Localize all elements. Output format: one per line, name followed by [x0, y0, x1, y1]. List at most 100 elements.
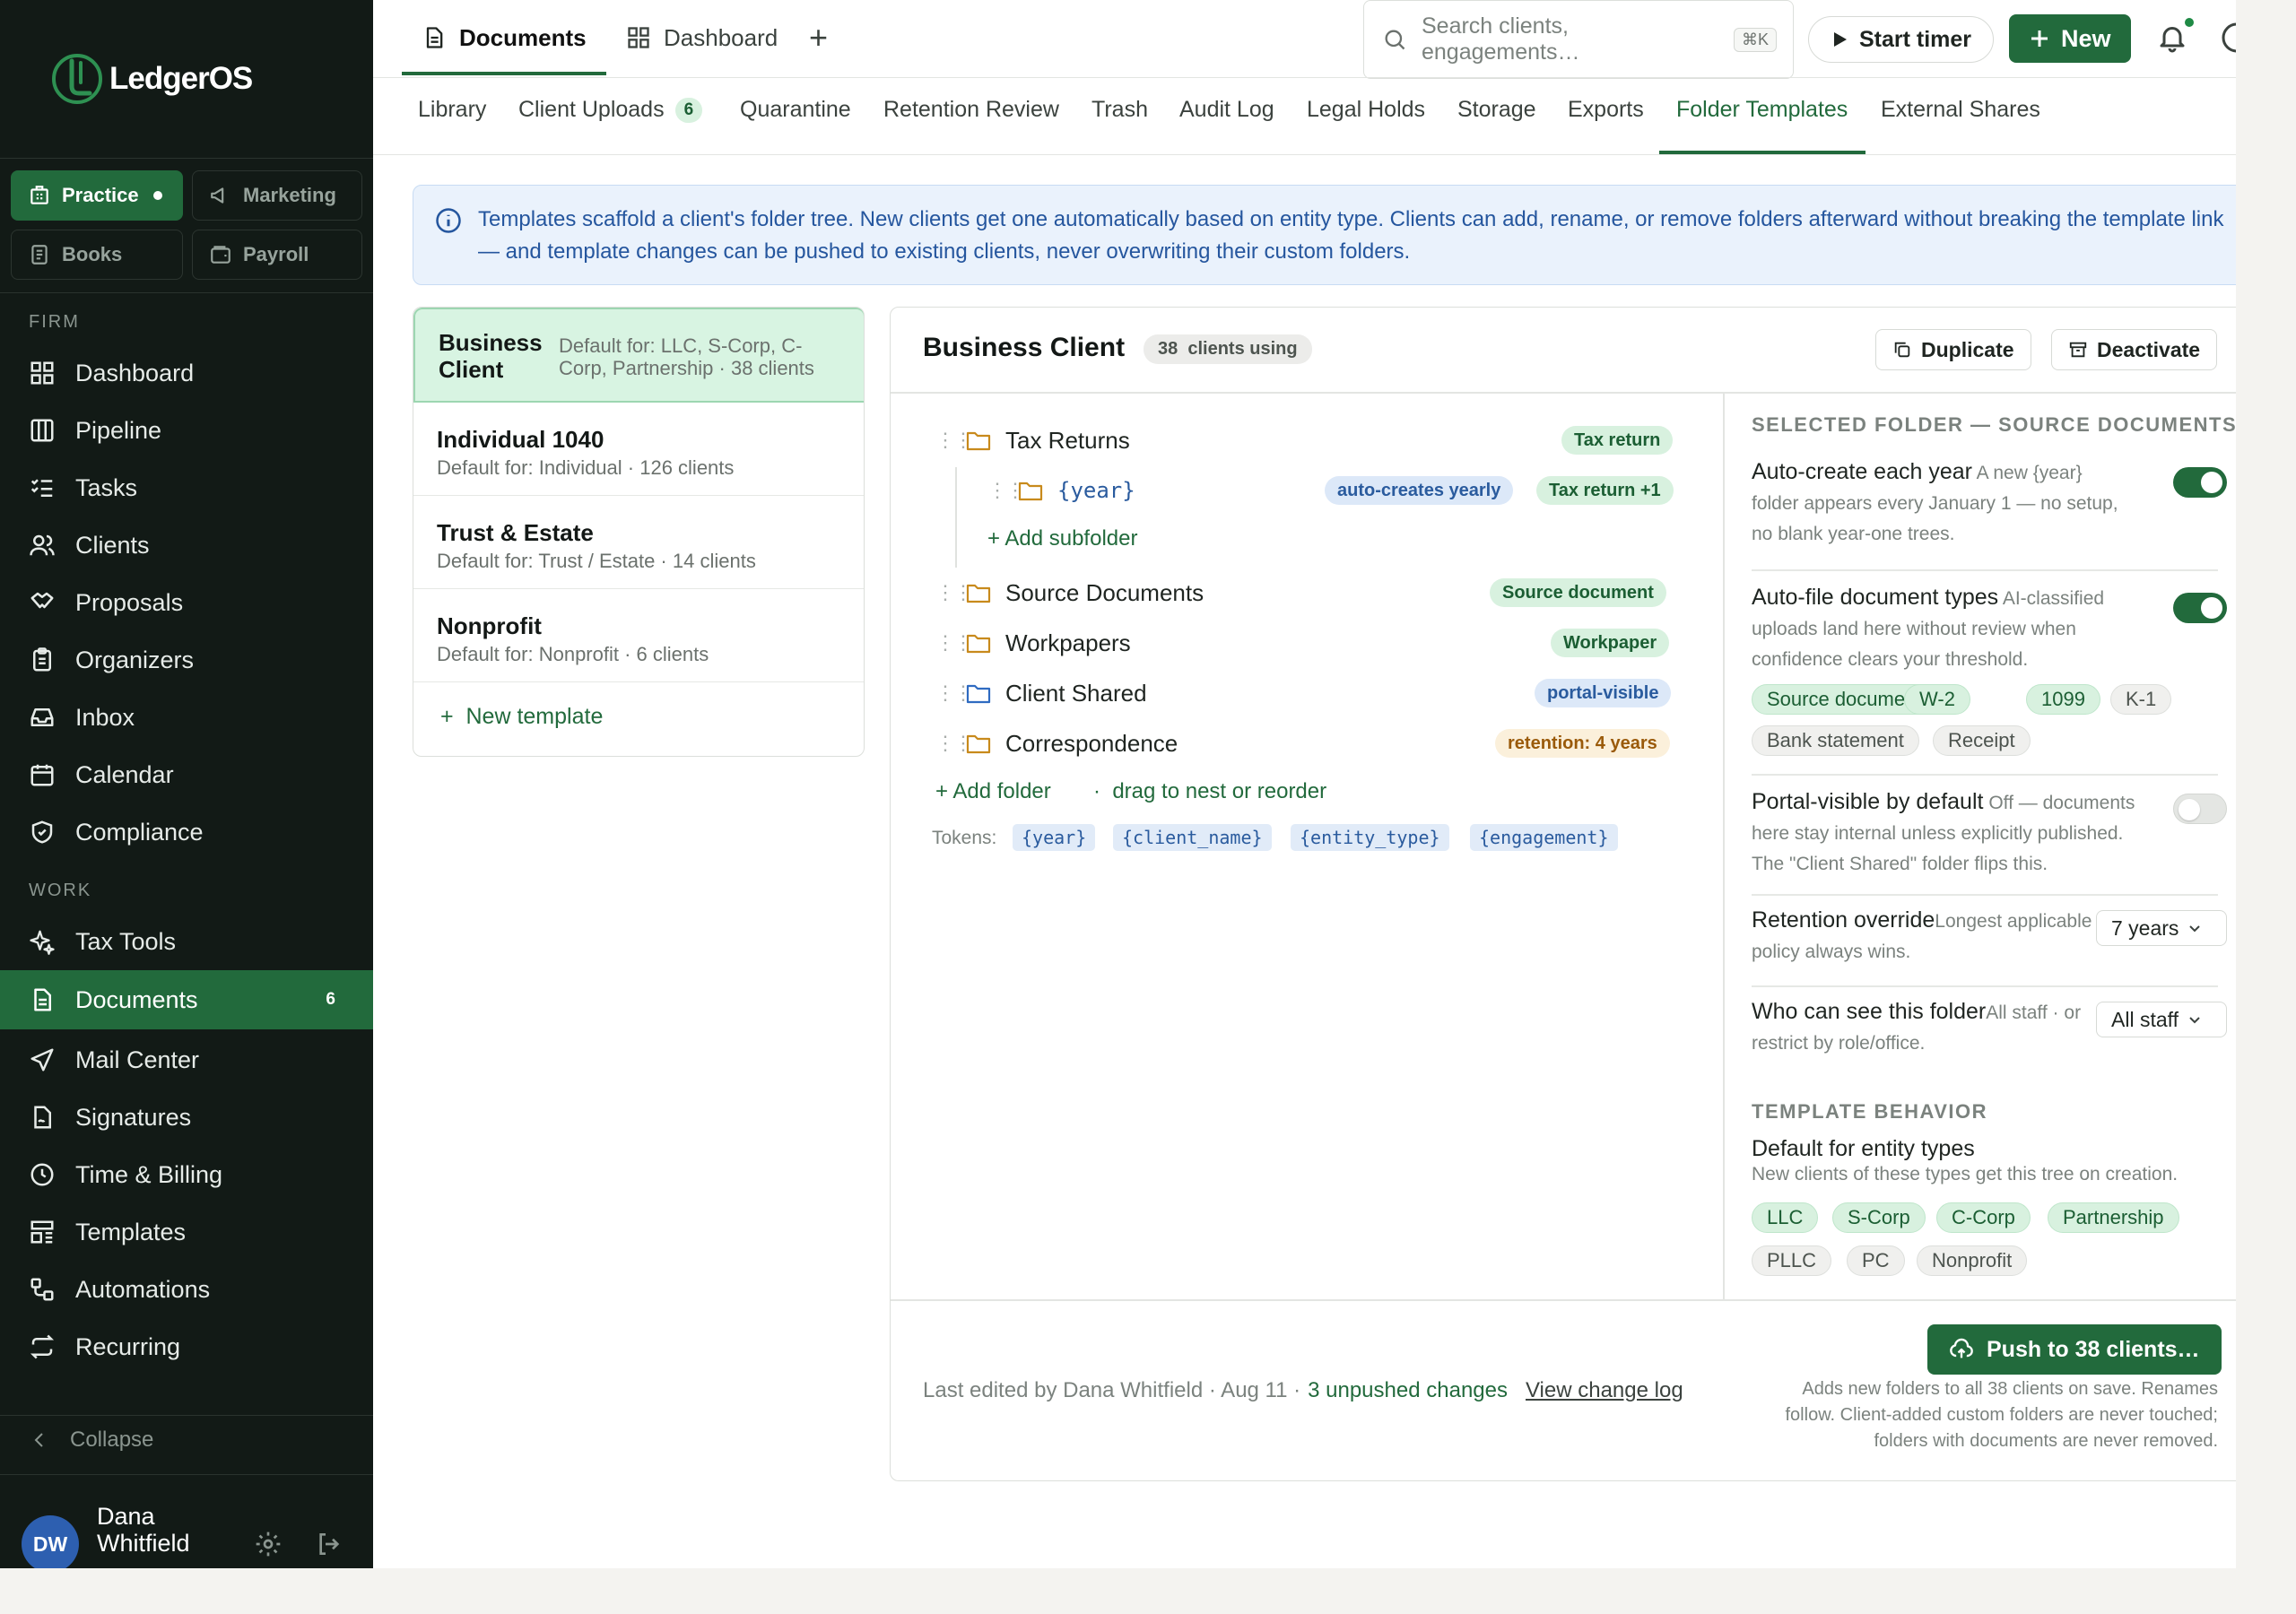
folder-row-year[interactable]: ⋮⋮ {year} — [987, 473, 1135, 508]
add-subfolder-button[interactable]: + Add subfolder — [987, 526, 1137, 551]
template-item-individual-1040[interactable]: Individual 1040 Default for: Individual … — [413, 403, 864, 496]
clients-using-badge: 38 clients using — [1144, 334, 1312, 364]
drag-handle-icon[interactable]: ⋮⋮ — [935, 681, 973, 705]
folder-row-source-documents[interactable]: ⋮⋮ Source Documents — [935, 575, 1204, 611]
sidebar-item-calendar[interactable]: Calendar — [0, 746, 373, 803]
doc-type-chip[interactable]: 1099 — [2026, 684, 2100, 715]
collapse-button[interactable]: Collapse — [29, 1427, 153, 1453]
folder-row-workpapers[interactable]: ⋮⋮ Workpapers — [935, 625, 1131, 661]
avatar[interactable]: DW — [22, 1515, 79, 1568]
sidebar-item-pipeline[interactable]: Pipeline — [0, 402, 373, 459]
tab-documents[interactable]: Documents — [422, 0, 587, 75]
auto-create-toggle[interactable] — [2173, 467, 2227, 498]
token-entity-type[interactable]: {entity_type} — [1291, 824, 1449, 851]
workspace-marketing[interactable]: Marketing — [192, 170, 362, 221]
doc-type-chip[interactable]: K-1 — [2110, 684, 2172, 715]
token-client-name[interactable]: {client_name} — [1113, 824, 1272, 851]
template-item-nonprofit[interactable]: Nonprofit Default for: Nonprofit · 6 cli… — [413, 589, 864, 682]
sidebar-item-signatures[interactable]: Signatures — [0, 1089, 373, 1146]
tab-dashboard[interactable]: Dashboard — [626, 0, 778, 75]
token-engagement[interactable]: {engagement} — [1470, 824, 1618, 851]
subtab-quarantine[interactable]: Quarantine — [740, 97, 851, 123]
help-icon[interactable] — [2221, 22, 2236, 54]
gear-icon[interactable] — [254, 1530, 283, 1558]
chevron-left-icon — [34, 1433, 43, 1447]
subtab-audit-log[interactable]: Audit Log — [1179, 97, 1274, 123]
folder-row-correspondence[interactable]: ⋮⋮ Correspondence — [935, 725, 1178, 761]
duplicate-button[interactable]: Duplicate — [1875, 329, 2031, 370]
drag-handle-icon[interactable]: ⋮⋮ — [935, 429, 973, 452]
grid-icon — [30, 361, 54, 385]
visibility-select[interactable]: All staff — [2096, 1002, 2227, 1037]
entity-type-chip[interactable]: C-Corp — [1936, 1202, 2031, 1233]
push-to-clients-button[interactable]: Push to 38 clients… — [1927, 1324, 2222, 1375]
workspace-payroll[interactable]: Payroll — [192, 230, 362, 280]
sidebar-item-tasks[interactable]: Tasks — [0, 459, 373, 516]
sidebar-item-clients[interactable]: Clients — [0, 516, 373, 574]
doc-type-chip[interactable]: W-2 — [1904, 684, 1970, 715]
workspace-label: Payroll — [243, 243, 309, 265]
sidebar-item-inbox[interactable]: Inbox — [0, 689, 373, 746]
subtab-client-uploads[interactable]: Client Uploads 6 — [518, 97, 703, 123]
token-year[interactable]: {year} — [1013, 824, 1096, 851]
sidebar-item-label: Mail Center — [75, 1046, 200, 1073]
doc-type-chip[interactable]: Receipt — [1933, 725, 2031, 756]
drag-handle-icon[interactable]: ⋮⋮ — [935, 631, 973, 655]
sidebar-item-organizers[interactable]: Organizers — [0, 631, 373, 689]
subtab-external-shares[interactable]: External Shares — [1881, 97, 2040, 123]
view-change-log-link[interactable]: View change log — [1526, 1378, 1683, 1403]
logo-text: LedgerOS — [109, 61, 253, 96]
last-edited-text: Last edited by Dana Whitfield · Aug 11 · — [923, 1378, 1301, 1402]
subtab-exports[interactable]: Exports — [1568, 97, 1644, 123]
template-item-trust-estate[interactable]: Trust & Estate Default for: Trust / Esta… — [413, 496, 864, 589]
folder-row-tax-returns[interactable]: ⋮⋮ Tax Returns — [935, 422, 1130, 458]
sidebar-item-label: Templates — [75, 1218, 187, 1245]
new-template-button[interactable]: + New template — [440, 704, 603, 730]
workspace-practice[interactable]: Practice — [11, 170, 183, 221]
sidebar-item-recurring[interactable]: Recurring — [0, 1318, 373, 1375]
add-folder-button[interactable]: + Add folder — [935, 779, 1051, 804]
entity-type-chip[interactable]: Nonprofit — [1917, 1245, 2028, 1276]
drag-handle-icon[interactable]: ⋮⋮ — [935, 581, 973, 604]
template-item-business-client[interactable]: Business Client Default for: LLC, S-Corp… — [413, 308, 864, 403]
search-input[interactable]: Search clients, engagements… ⌘K — [1363, 0, 1794, 79]
subtab-folder-templates[interactable]: Folder Templates — [1676, 97, 1848, 123]
grid-icon — [628, 27, 649, 48]
sidebar-item-compliance[interactable]: Compliance — [0, 803, 373, 861]
subtab-trash[interactable]: Trash — [1091, 97, 1148, 123]
sidebar-item-mail-center[interactable]: Mail Center — [0, 1031, 373, 1089]
logo[interactable]: LedgerOS — [50, 52, 253, 106]
folder-row-client-shared[interactable]: ⋮⋮ Client Shared — [935, 675, 1147, 711]
entity-type-chip[interactable]: Partnership — [2048, 1202, 2179, 1233]
drag-handle-icon[interactable]: ⋮⋮ — [987, 479, 1025, 502]
entity-type-chip[interactable]: LLC — [1752, 1202, 1819, 1233]
sidebar-item-tax-tools[interactable]: Tax Tools — [0, 913, 373, 970]
entity-type-chip[interactable]: PC — [1847, 1245, 1905, 1276]
sidebar-item-documents[interactable]: Documents 6 — [0, 970, 373, 1029]
subtab-storage[interactable]: Storage — [1457, 97, 1536, 123]
drag-handle-icon[interactable]: ⋮⋮ — [935, 732, 973, 755]
tree-line — [955, 467, 957, 568]
sidebar-item-dashboard[interactable]: Dashboard — [0, 344, 373, 402]
sidebar-item-time-billing[interactable]: Time & Billing — [0, 1146, 373, 1203]
template-name: Trust & Estate — [437, 519, 594, 546]
sidebar-item-proposals[interactable]: Proposals — [0, 574, 373, 631]
entity-type-chip[interactable]: PLLC — [1752, 1245, 1832, 1276]
entity-type-chip[interactable]: S-Corp — [1832, 1202, 1926, 1233]
subtab-retention-review[interactable]: Retention Review — [883, 97, 1059, 123]
workspace-books[interactable]: Books — [11, 230, 183, 280]
auto-file-toggle[interactable] — [2173, 593, 2227, 623]
logout-icon[interactable] — [315, 1530, 344, 1558]
edit-status: Last edited by Dana Whitfield · Aug 11 ·… — [923, 1378, 1683, 1403]
subtab-library[interactable]: Library — [418, 97, 486, 123]
start-timer-button[interactable]: Start timer — [1808, 16, 1995, 63]
portal-visible-toggle[interactable] — [2173, 794, 2227, 824]
subtab-legal-holds[interactable]: Legal Holds — [1307, 97, 1425, 123]
sidebar-item-automations[interactable]: Automations — [0, 1261, 373, 1318]
doc-type-chip[interactable]: Bank statement — [1752, 725, 1919, 756]
add-tab-button[interactable]: + — [809, 0, 828, 75]
sidebar-item-templates[interactable]: Templates — [0, 1203, 373, 1261]
new-button[interactable]: New — [2009, 14, 2131, 63]
retention-select[interactable]: 7 years — [2096, 910, 2227, 946]
deactivate-button[interactable]: Deactivate — [2051, 329, 2218, 370]
